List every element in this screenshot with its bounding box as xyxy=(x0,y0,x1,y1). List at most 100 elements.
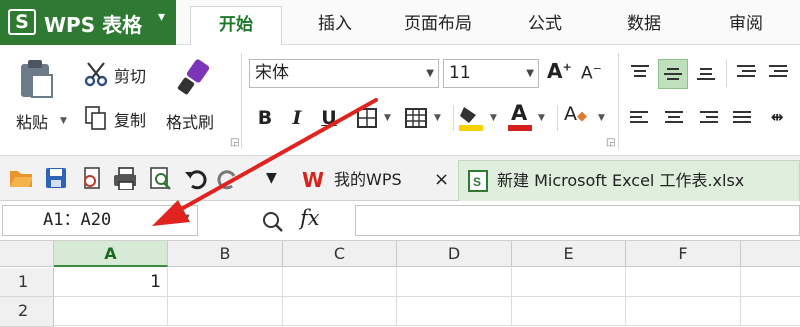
tab-home[interactable]: 开始 xyxy=(190,6,282,45)
grow-font-button[interactable]: A+ xyxy=(547,59,575,87)
quick-access-toolbar: ▼ W 我的WPS × S 新建 Microsoft Excel 工作表.xls… xyxy=(0,155,800,201)
shrink-font-button[interactable]: A− xyxy=(581,62,609,90)
column-header-row: A B C D E F xyxy=(0,241,800,267)
cell-g1[interactable] xyxy=(741,268,800,297)
column-header-f[interactable]: F xyxy=(626,241,741,267)
format-painter-button[interactable]: 格式刷 xyxy=(164,53,226,135)
font-size-select[interactable]: 11 ▼ xyxy=(443,59,539,88)
doc-tab-my-wps[interactable]: W 我的WPS × xyxy=(298,162,456,200)
shrink-font-icon: A xyxy=(581,63,593,84)
cell-c2[interactable] xyxy=(283,297,397,326)
underline-button[interactable]: U xyxy=(317,104,341,132)
font-color-button[interactable]: A ▼ xyxy=(508,101,552,133)
cell-c1[interactable] xyxy=(283,268,397,297)
search-icon[interactable] xyxy=(260,209,286,235)
row-header-1[interactable]: 1 xyxy=(0,268,54,297)
align-center-button[interactable] xyxy=(662,108,686,130)
distributed-align-button[interactable]: ⇹ xyxy=(764,108,790,130)
align-right-button[interactable] xyxy=(696,108,720,130)
tab-page-layout[interactable]: 页面布局 xyxy=(388,6,488,45)
font-name-select[interactable]: 宋体 ▼ xyxy=(249,59,439,88)
increase-indent-button[interactable] xyxy=(766,62,790,84)
font-size-value: 11 xyxy=(449,63,471,83)
tab-data[interactable]: 数据 xyxy=(604,6,684,45)
group-separator xyxy=(726,59,727,87)
cell-e1[interactable] xyxy=(512,268,626,297)
cell-g2[interactable] xyxy=(741,297,800,326)
doc-tab-label: 我的WPS xyxy=(334,170,402,189)
align-bottom-button[interactable] xyxy=(694,62,718,84)
close-icon[interactable]: × xyxy=(434,162,449,198)
insert-function-button[interactable]: fx xyxy=(300,206,320,230)
doc-tab-active-workbook[interactable]: S 新建 Microsoft Excel 工作表.xlsx xyxy=(458,160,800,201)
cell-e2[interactable] xyxy=(512,297,626,326)
page-preview-icon[interactable] xyxy=(148,166,172,190)
formula-input[interactable] xyxy=(355,205,800,236)
name-box-dropdown[interactable]: ▼ xyxy=(182,213,190,224)
justify-button[interactable] xyxy=(730,108,754,130)
cell-d1[interactable] xyxy=(397,268,512,297)
select-all-corner[interactable] xyxy=(0,241,54,267)
font-group-launcher[interactable]: ◲ xyxy=(606,137,615,148)
chevron-down-icon: ▼ xyxy=(384,113,391,123)
redo-icon[interactable] xyxy=(216,166,240,190)
customize-toolbar-dropdown[interactable]: ▼ xyxy=(266,170,277,186)
open-folder-icon[interactable] xyxy=(8,166,32,190)
align-top-button[interactable] xyxy=(628,62,652,84)
cell-d2[interactable] xyxy=(397,297,512,326)
undo-icon[interactable] xyxy=(184,166,208,190)
doc-tab-label: 新建 Microsoft Excel 工作表.xlsx xyxy=(497,171,745,190)
column-header-e[interactable]: E xyxy=(512,241,626,267)
column-header-g[interactable] xyxy=(741,241,800,267)
bold-button[interactable]: B xyxy=(253,104,277,132)
spreadsheet-file-icon: S xyxy=(468,170,488,192)
clear-format-button[interactable]: A◆ ▼ xyxy=(564,103,610,133)
column-header-d[interactable]: D xyxy=(397,241,512,267)
cut-label: 剪切 xyxy=(114,67,147,86)
svg-text:S: S xyxy=(473,175,481,189)
align-left-button[interactable] xyxy=(628,108,652,130)
tab-formulas[interactable]: 公式 xyxy=(508,6,582,45)
row-header-2[interactable]: 2 xyxy=(0,297,54,327)
tab-review[interactable]: 审阅 xyxy=(706,6,786,45)
format-painter-label: 格式刷 xyxy=(166,113,215,132)
font-name-value: 宋体 xyxy=(255,63,289,83)
clipboard-group-launcher[interactable]: ◲ xyxy=(230,137,239,148)
chevron-down-icon: ▼ xyxy=(426,68,434,79)
group-separator xyxy=(557,105,558,131)
app-menu-button[interactable]: S WPS 表格 ▾ xyxy=(0,0,176,45)
save-icon[interactable] xyxy=(44,166,68,190)
cell-f2[interactable] xyxy=(626,297,741,326)
decrease-indent-button[interactable] xyxy=(734,62,758,84)
paint-bucket-icon xyxy=(459,107,483,131)
borders-button[interactable]: ▼ xyxy=(356,105,402,131)
copy-button[interactable]: 复制 xyxy=(82,104,162,132)
wps-logo-icon: S xyxy=(8,9,36,35)
format-painter-icon xyxy=(177,59,210,95)
paste-button[interactable]: 粘贴 ▼ xyxy=(8,53,68,135)
print-preview-icon[interactable] xyxy=(80,166,104,190)
column-header-c[interactable]: C xyxy=(283,241,397,267)
paste-dropdown-arrow[interactable]: ▼ xyxy=(60,116,67,126)
app-title: WPS 表格 xyxy=(44,13,143,37)
column-header-b[interactable]: B xyxy=(168,241,283,267)
merge-cells-button[interactable]: ▼ xyxy=(404,105,450,131)
cell-a1[interactable]: 1 xyxy=(54,268,168,297)
cell-f1[interactable] xyxy=(626,268,741,297)
tab-insert[interactable]: 插入 xyxy=(298,6,372,45)
column-header-a[interactable]: A xyxy=(54,241,168,267)
clear-format-icon: A◆ xyxy=(564,103,587,125)
cut-button[interactable]: 剪切 xyxy=(82,60,162,88)
worksheet-grid: A B C D E F 1 1 2 xyxy=(0,241,800,327)
name-box-input[interactable]: A1：A20 xyxy=(2,205,198,236)
print-icon[interactable] xyxy=(112,166,136,190)
cell-b2[interactable] xyxy=(168,297,283,326)
chevron-down-icon: ▼ xyxy=(434,113,441,123)
cell-grid-icon xyxy=(405,108,427,128)
italic-button[interactable]: I xyxy=(285,104,309,132)
font-color-swatch xyxy=(508,125,532,131)
cell-b1[interactable] xyxy=(168,268,283,297)
cell-a2[interactable] xyxy=(54,297,168,326)
fill-color-button[interactable]: ▼ xyxy=(458,103,504,133)
align-middle-button[interactable] xyxy=(658,59,688,89)
